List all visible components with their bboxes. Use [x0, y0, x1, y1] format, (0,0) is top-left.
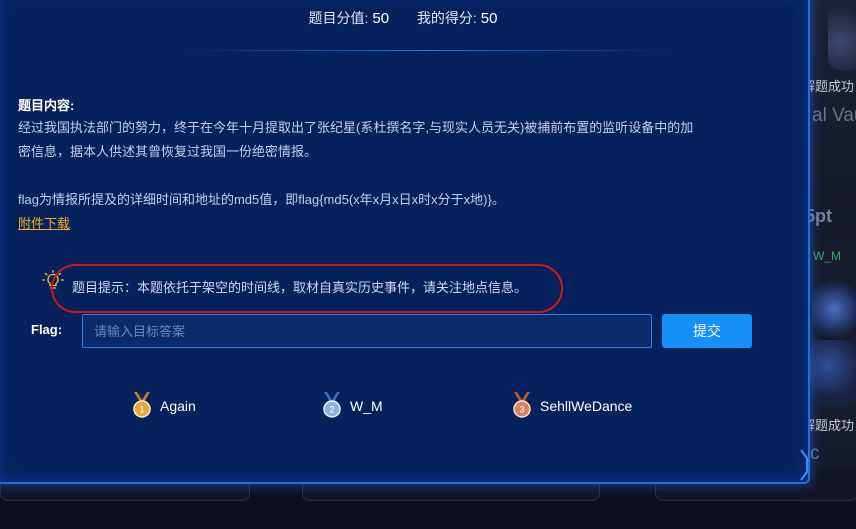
solver-name: W_M	[350, 398, 383, 414]
medal-rank: 2	[329, 405, 334, 415]
flag-label: Flag:	[31, 322, 63, 337]
background-solver-text: W_M	[813, 249, 841, 263]
background-points-text: 5pt	[808, 206, 832, 226]
hint-highlight-circle	[51, 264, 563, 313]
submit-button[interactable]: 提交	[662, 314, 752, 348]
content-paragraph-line-1: 经过我国执法部门的努力，终于在今年十月提取出了张纪星(系杜撰名字,与现实人员无关…	[18, 120, 694, 135]
background-solved-text: 解题成功	[808, 418, 855, 433]
attachment-download-link[interactable]: 附件下载	[18, 213, 70, 232]
background-title-text: c	[810, 443, 820, 464]
background-solved-text: 解题成功	[808, 79, 855, 94]
solver-first: 1 Again	[131, 392, 196, 420]
my-score-label: 我的得分:	[416, 10, 477, 26]
background-panel: 解题成功 al Vau 5pt W_M 解题成功 c	[808, 0, 856, 529]
flag-input[interactable]	[82, 314, 652, 348]
solver-second: 2 W_M	[321, 392, 383, 420]
flag-format-text: flag为情报所提及的详细时间和地址的md5值，即flag{md5(x年x月x日…	[18, 192, 505, 207]
my-score-value: 50	[480, 10, 498, 27]
solver-name: SehllWeDance	[540, 398, 633, 414]
divider	[188, 50, 668, 51]
medal-rank: 1	[139, 405, 144, 415]
solver-name: Again	[160, 398, 196, 414]
background-title-text: al Vau	[812, 105, 856, 126]
challenge-modal: 题目分值: 50 我的得分: 50 题目内容: 经过我国执法部门的努力，终于在今年十…	[0, 0, 810, 484]
score-line: 题目分值: 50 我的得分: 50	[0, 8, 808, 28]
medal-rank: 3	[519, 405, 524, 415]
problem-score-value: 50	[372, 10, 390, 27]
content-paragraph-line-2: 密信息，据本人供述其曾恢复过我国一份绝密情报。	[18, 144, 318, 159]
bronze-medal-icon: 3	[513, 392, 531, 418]
solver-third: 3 SehllWeDance	[511, 392, 632, 420]
gold-medal-icon: 1	[133, 392, 151, 418]
background-card-art	[810, 340, 856, 405]
content-heading: 题目内容:	[18, 98, 75, 113]
background-card-art	[812, 278, 856, 340]
problem-score-label: 题目分值:	[308, 10, 369, 26]
background-card-art	[828, 0, 856, 70]
corner-decoration	[800, 449, 808, 481]
silver-medal-icon: 2	[323, 392, 341, 418]
